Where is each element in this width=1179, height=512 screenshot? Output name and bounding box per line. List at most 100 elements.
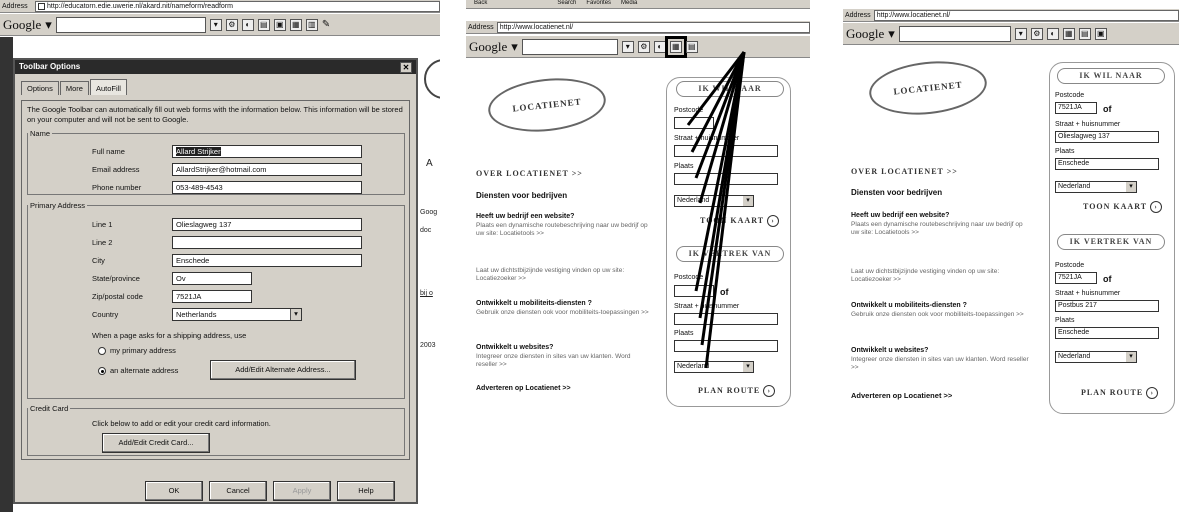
- full-name-selected-text: Allard Strijker: [176, 147, 221, 156]
- add-edit-alternate-button[interactable]: Add/Edit Alternate Address...: [210, 360, 356, 380]
- bg-circle: [424, 59, 440, 99]
- toon-kaart-button[interactable]: TOON KAART ›: [1083, 201, 1163, 213]
- close-icon[interactable]: ✕: [400, 62, 412, 73]
- google-search-input[interactable]: [898, 25, 1011, 42]
- van-country-select[interactable]: Nederland: [1055, 351, 1137, 363]
- search-web-icon[interactable]: ⚙: [1030, 27, 1043, 40]
- block4-body[interactable]: Integreer onze diensten in sites van uw …: [851, 356, 1031, 372]
- arrow-circle-icon: ›: [1150, 201, 1163, 213]
- address-url: http://www.locatienet.nl/: [876, 11, 951, 19]
- line1-field[interactable]: Olieslagweg 137: [172, 218, 362, 231]
- naar-straat-label: Straat + huisnummer: [1055, 121, 1121, 128]
- page-info-icon[interactable]: ▤: [1078, 27, 1091, 40]
- page-info-icon[interactable]: ▤: [257, 18, 270, 31]
- naar-of-label: of: [1103, 104, 1112, 114]
- page-icon: [38, 2, 45, 10]
- country-value: Netherlands: [176, 310, 217, 319]
- screen2-locatienet-arrows: Back Search Favorites Media Address http…: [466, 0, 810, 432]
- radio-primary[interactable]: [98, 347, 106, 356]
- state-field[interactable]: Ov: [172, 272, 252, 285]
- naar-country-select[interactable]: Nederland: [1055, 181, 1137, 193]
- help-button[interactable]: Help: [337, 481, 395, 501]
- google-logo[interactable]: Google: [3, 17, 41, 33]
- address-label: Address: [845, 11, 871, 19]
- google-search-input[interactable]: [55, 16, 206, 33]
- autofill-pane: The Google Toolbar can automatically fil…: [21, 100, 410, 460]
- add-edit-credit-card-button[interactable]: Add/Edit Credit Card...: [102, 433, 210, 453]
- email-label: Email address: [92, 165, 140, 174]
- locatienet-logo[interactable]: LOCATIENET: [866, 55, 990, 121]
- plan-route-button[interactable]: PLAN ROUTE ›: [1081, 387, 1159, 399]
- country-select[interactable]: Netherlands ▾: [172, 308, 302, 321]
- address-url: http://educatorn.edie.uwerie.nl/akard.ni…: [47, 2, 233, 10]
- full-name-field[interactable]: Allard Strijker: [172, 145, 362, 158]
- radio-alternate-label: an alternate address: [110, 366, 179, 375]
- credit-card-group: Credit Card: [27, 404, 405, 456]
- highlight-icon[interactable]: ▣: [273, 18, 286, 31]
- pagerank-icon[interactable]: ◐: [241, 18, 254, 31]
- line2-field[interactable]: [172, 236, 362, 249]
- address-field[interactable]: http://educatorn.edie.uwerie.nl/akard.ni…: [35, 0, 440, 12]
- block3-body[interactable]: Gebruik onze diensten ook voor mobilitei…: [851, 311, 1031, 319]
- ok-button[interactable]: OK: [145, 481, 203, 501]
- address-legend: Primary Address: [30, 201, 86, 210]
- van-straat-label: Straat + huisnummer: [1055, 290, 1121, 297]
- van-of-label: of: [1103, 274, 1112, 284]
- toon-kaart-label: TOON KAART: [1083, 201, 1148, 211]
- email-field[interactable]: AllardStrijker@hotmail.com: [172, 163, 362, 176]
- address-field[interactable]: http://www.locatienet.nl/: [873, 9, 1179, 21]
- pencil-icon[interactable]: ✎: [322, 19, 330, 30]
- plan-route-label: PLAN ROUTE: [1081, 387, 1144, 397]
- background-page: A Goog doc bij o 2003: [418, 37, 440, 512]
- tab-autofill[interactable]: AutoFill: [89, 79, 127, 95]
- state-label: State/province: [92, 274, 140, 283]
- adverteren-link[interactable]: Adverteren op Locatienet >>: [851, 391, 952, 400]
- services-title: Diensten voor bedrijven: [851, 188, 943, 197]
- tab-options[interactable]: Options: [21, 81, 59, 95]
- naar-straat-field[interactable]: Olieslagweg 137: [1055, 131, 1159, 143]
- card-text: Click below to add or edit your credit c…: [92, 419, 271, 428]
- google-logo[interactable]: Google: [846, 26, 884, 42]
- search-web-icon[interactable]: ⚙: [225, 18, 238, 31]
- block1-body[interactable]: Plaats een dynamische routebeschrijving …: [851, 221, 1031, 237]
- van-postcode-field[interactable]: 7521JA: [1055, 272, 1097, 284]
- name-legend: Name: [30, 129, 51, 138]
- radio-primary-row[interactable]: my primary address: [98, 346, 176, 356]
- radio-alternate[interactable]: [98, 367, 106, 376]
- cancel-button[interactable]: Cancel: [209, 481, 267, 501]
- radio-alternate-row[interactable]: an alternate address: [98, 366, 179, 376]
- naar-plaats-field[interactable]: Enschede: [1055, 158, 1159, 170]
- van-straat-field[interactable]: Postbus 217: [1055, 300, 1159, 312]
- bg-text-goog: Goog: [420, 209, 438, 216]
- autofill-intro: The Google Toolbar can automatically fil…: [27, 105, 403, 124]
- line1-label: Line 1: [92, 220, 113, 229]
- arrow-circle-icon: ›: [1146, 387, 1159, 399]
- naar-postcode-label: Postcode: [1055, 92, 1085, 99]
- autofill-icon[interactable]: ▦: [1062, 27, 1075, 40]
- over-locatienet-link[interactable]: OVER LOCATIENET >>: [851, 167, 958, 176]
- bg-link-bij[interactable]: bij o: [420, 290, 433, 298]
- options-icon[interactable]: ▥: [305, 18, 318, 31]
- dropdown-icon[interactable]: ▾: [209, 18, 222, 31]
- address-label: Address: [2, 2, 28, 10]
- tab-more[interactable]: More: [59, 81, 89, 95]
- screen3-locatienet-filled: Address http://www.locatienet.nl/ Google…: [843, 9, 1179, 429]
- van-plaats-field[interactable]: Enschede: [1055, 327, 1159, 339]
- block2-body[interactable]: Laat uw dichtstbijzijnde vestiging vinde…: [851, 268, 1031, 284]
- dropdown-icon[interactable]: ▾: [1014, 27, 1027, 40]
- autofill-arrows-overlay: [686, 51, 746, 369]
- address-bar: Address http://educatorn.edie.uwerie.nl/…: [0, 0, 440, 13]
- autofill-icon[interactable]: ▦: [289, 18, 302, 31]
- highlight-icon[interactable]: ▣: [1094, 27, 1107, 40]
- city-field[interactable]: Enschede: [172, 254, 362, 267]
- apply-button[interactable]: Apply: [273, 481, 331, 501]
- zip-field[interactable]: 7521JA: [172, 290, 252, 303]
- dialog-tabs: Options More AutoFill: [21, 79, 416, 95]
- full-name-label: Full name: [92, 147, 125, 156]
- toolbar-options-dialog: Toolbar Options ✕ Options More AutoFill T…: [13, 58, 418, 504]
- phone-field[interactable]: 053-489-4543: [172, 181, 362, 194]
- pagerank-icon[interactable]: ◐: [1046, 27, 1059, 40]
- left-shadow: [0, 37, 13, 512]
- naar-plaats-label: Plaats: [1055, 148, 1075, 155]
- naar-postcode-field[interactable]: 7521JA: [1055, 102, 1097, 114]
